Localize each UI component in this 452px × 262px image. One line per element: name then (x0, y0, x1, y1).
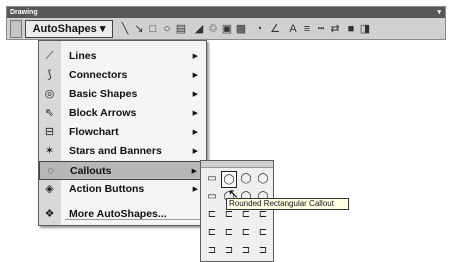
chevron-down-icon: ▾ (99, 23, 106, 35)
toolbar-options-icon[interactable]: ▾ (437, 7, 441, 18)
connectors-icon: ⟆ (47, 69, 52, 81)
menu-item-label: Connectors (69, 69, 128, 81)
wordart-icon[interactable]: ◢ (193, 20, 205, 38)
callout-shape-icon[interactable]: ⊏ (238, 225, 254, 242)
callout-shape-icon[interactable]: ▭ (204, 189, 220, 206)
font-color-icon[interactable]: A (287, 20, 299, 38)
menu-item-block-arrows[interactable]: ⇖ Block Arrows ▶ (39, 104, 206, 123)
lines-icon: ⟋ (45, 50, 54, 62)
menu-item-connectors[interactable]: ⟆ Connectors ▶ (39, 66, 206, 85)
3d-icon[interactable]: ◨ (359, 20, 371, 38)
tooltip: Rounded Rectangular Callout (226, 198, 349, 210)
menu-item-label: Action Buttons (69, 183, 145, 195)
line-icon[interactable]: ╲ (119, 20, 131, 38)
callouts-icon: ◌ (47, 165, 54, 177)
menu-item-more-autoshapes[interactable]: ❖ More AutoShapes... (39, 205, 206, 224)
callout-shape-icon[interactable]: ◯ (238, 171, 254, 188)
arrow-icon[interactable]: ↘ (133, 20, 145, 38)
callout-shape-icon[interactable]: ◯ (255, 171, 271, 188)
menu-item-label: Block Arrows (69, 107, 137, 119)
submenu-arrow-icon: ▶ (192, 91, 198, 98)
callout-shape-icon[interactable]: ⊏ (255, 225, 271, 242)
picture-icon[interactable]: ▩ (235, 20, 247, 38)
toolbar-title: Drawing (10, 9, 38, 16)
basic-shapes-icon: ◎ (44, 88, 55, 100)
drawing-toolbar: Drawing ▾ AutoShapes ▾ ╲ ↘ □ ○ ▤ ◢ ♲ ▣ ▩ ◔ ∠ A ≡ ┅ ⇄ ■ ◨ (6, 6, 446, 40)
submenu-arrow-icon: ▶ (191, 168, 197, 175)
menu-separator (65, 219, 202, 220)
submenu-arrow-icon: ▶ (192, 186, 198, 193)
diagram-icon[interactable]: ♲ (207, 20, 219, 38)
menu-item-lines[interactable]: ⟋ Lines ▶ (39, 47, 206, 66)
stars-banners-icon: ✶ (44, 145, 55, 157)
submenu-arrow-icon: ▶ (192, 148, 198, 155)
mouse-cursor-icon: ↖ (228, 186, 239, 201)
shadow-icon[interactable]: ■ (345, 20, 357, 38)
action-buttons-icon: ◈ (45, 183, 54, 195)
callouts-submenu: ▭ ◯ ◯ ◯ ▭ ◯ ◯ ◯ ⊏ ⊏ ⊏ ⊏ ⊏ ⊏ ⊏ ⊏ ⊐ ⊐ ⊐ ⊐ (200, 160, 274, 262)
menu-item-label: Basic Shapes (69, 88, 138, 100)
toolbar-title-bar[interactable]: Drawing ▾ (7, 7, 445, 18)
callout-shape-icon[interactable]: ⊐ (204, 243, 220, 260)
toolbar-grip-icon[interactable] (10, 20, 22, 38)
menu-item-action-buttons[interactable]: ◈ Action Buttons ▶ (39, 180, 206, 199)
arrow-style-icon[interactable]: ⇄ (329, 20, 341, 38)
submenu-drag-bar[interactable] (201, 161, 273, 168)
submenu-arrow-icon: ▶ (192, 72, 198, 79)
autoshapes-menu: ⟋ Lines ▶ ⟆ Connectors ▶ ◎ Basic Shapes ▶ ⇖ Block … (38, 40, 207, 226)
text-box-icon[interactable]: ▤ (175, 20, 187, 38)
clip-art-icon[interactable]: ▣ (221, 20, 233, 38)
menu-item-label: Lines (69, 50, 97, 62)
menu-item-stars-and-banners[interactable]: ✶ Stars and Banners ▶ (39, 142, 206, 161)
menu-item-flowchart[interactable]: ⊟ Flowchart ▶ (39, 123, 206, 142)
line-style-icon[interactable]: ≡ (301, 20, 313, 38)
flowchart-icon: ⊟ (44, 126, 55, 138)
callout-shape-icon[interactable]: ⊐ (255, 243, 271, 260)
menu-item-basic-shapes[interactable]: ◎ Basic Shapes ▶ (39, 85, 206, 104)
callout-shape-icon[interactable]: ▭ (204, 171, 220, 188)
rectangle-icon[interactable]: □ (147, 20, 159, 38)
dash-style-icon[interactable]: ┅ (315, 20, 327, 38)
line-color-icon[interactable]: ∠ (269, 20, 281, 38)
submenu-arrow-icon: ▶ (192, 110, 198, 117)
menu-item-label: More AutoShapes... (69, 208, 167, 220)
menu-item-callouts[interactable]: ◌ Callouts ▶ (39, 161, 206, 180)
submenu-arrow-icon: ▶ (192, 53, 198, 60)
callout-shape-icon[interactable]: ⊐ (221, 243, 237, 260)
menu-item-label: Callouts (70, 165, 112, 177)
callout-shape-icon[interactable]: ⊏ (204, 225, 220, 242)
callout-shape-icon[interactable]: ⊐ (238, 243, 254, 260)
block-arrows-icon: ⇖ (44, 107, 55, 119)
menu-item-label: Stars and Banners (69, 145, 162, 157)
more-autoshapes-icon: ❖ (44, 208, 55, 220)
autoshapes-button[interactable]: AutoShapes ▾ (25, 20, 113, 38)
callout-shape-icon[interactable]: ⊏ (204, 207, 220, 224)
fill-color-icon[interactable]: ◔ (253, 20, 265, 38)
callout-shape-icon[interactable]: ⊏ (221, 225, 237, 242)
submenu-arrow-icon: ▶ (192, 129, 198, 136)
oval-icon[interactable]: ○ (161, 20, 173, 38)
menu-item-label: Flowchart (69, 126, 119, 138)
autoshapes-label: AutoShapes (32, 23, 97, 35)
